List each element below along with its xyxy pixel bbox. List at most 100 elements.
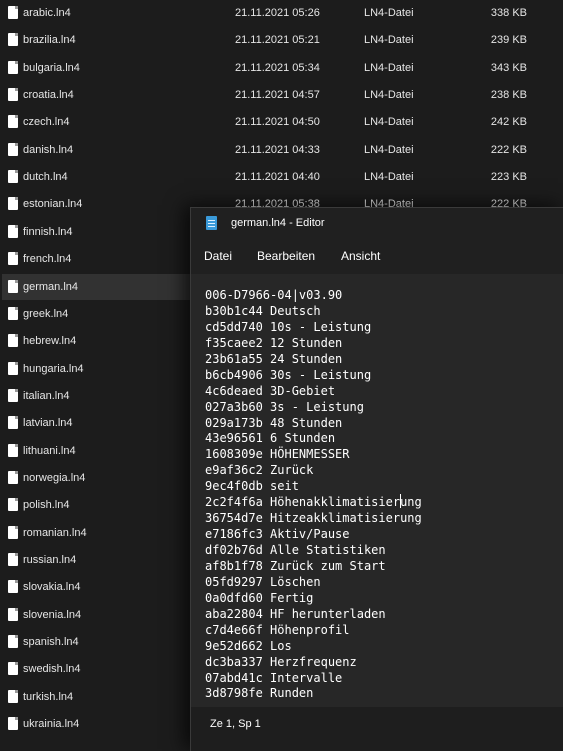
file-type: LN4-Datei xyxy=(364,61,414,74)
file-size: 242 KB xyxy=(490,116,527,129)
file-icon xyxy=(8,553,18,566)
text-line: 2c2f4f6a Höhenakklimatisierung xyxy=(205,495,422,510)
text-line: 029a173b 48 Stunden xyxy=(205,415,343,430)
status-bar: Ze 1, Sp 1 xyxy=(191,707,563,751)
file-icon xyxy=(8,252,18,266)
file-name: brazilia.ln4 xyxy=(23,34,76,47)
file-icon xyxy=(8,88,18,102)
text-line: 0a0dfd60 Fertig xyxy=(205,590,314,605)
text-caret xyxy=(400,494,401,508)
window-title: german.ln4 - Editor xyxy=(231,217,325,229)
cursor-position: Ze 1, Sp 1 xyxy=(210,718,261,730)
text-line: e9af36c2 Zurück xyxy=(205,463,314,478)
file-date: 21.11.2021 04:50 xyxy=(235,116,320,129)
file-name: italian.ln4 xyxy=(23,389,70,402)
file-icon xyxy=(8,580,18,594)
file-name: czech.ln4 xyxy=(23,116,70,129)
file-icon xyxy=(8,717,18,731)
file-icon xyxy=(8,170,18,184)
menu-bar: Datei Bearbeiten Ansicht xyxy=(191,238,563,274)
title-bar[interactable]: german.ln4 - Editor xyxy=(191,208,563,238)
file-size: 338 KB xyxy=(490,7,527,19)
text-line: 43e96561 6 Stunden xyxy=(205,431,336,446)
file-icon xyxy=(8,498,18,512)
text-line: 027a3b60 3s - Leistung xyxy=(205,399,364,414)
text-line: 006-D7966-04|v03.90 xyxy=(205,288,343,302)
text-line: 36754d7e Hitzeakklimatisierung xyxy=(205,511,422,526)
file-date: 21.11.2021 05:26 xyxy=(235,7,320,19)
file-icon xyxy=(8,443,18,457)
file-row[interactable]: arabic.ln4 21.11.2021 05:26 LN4-Datei 338 K… xyxy=(2,0,563,26)
text-line: df02b76d Alle Statistiken xyxy=(205,543,386,557)
file-name: croatia.ln4 xyxy=(23,89,74,102)
text-line: 05fd9297 Löschen xyxy=(205,574,321,589)
text-line: af8b1f78 Zurück zum Start xyxy=(205,558,386,573)
text-line: dc3ba337 Herzfrequenz xyxy=(205,654,357,669)
file-type: LN4-Datei xyxy=(364,89,414,102)
file-date: 21.11.2021 04:33 xyxy=(235,143,320,156)
file-name: hebrew.ln4 xyxy=(23,335,77,348)
file-name: french.ln4 xyxy=(23,253,72,266)
menu-ansicht[interactable]: Ansicht xyxy=(341,249,380,263)
file-type: LN4-Datei xyxy=(364,143,414,156)
file-size: 239 KB xyxy=(490,34,527,47)
file-icon xyxy=(8,60,18,74)
text-line: 23b61a55 24 Stunden xyxy=(205,351,343,366)
file-name: greek.ln4 xyxy=(23,307,69,320)
file-icon xyxy=(8,662,18,676)
file-name: russian.ln4 xyxy=(23,554,77,566)
file-name: slovakia.ln4 xyxy=(23,581,81,594)
file-row[interactable]: croatia.ln4 21.11.2021 04:57 LN4-Datei 238 … xyxy=(2,82,563,108)
file-name: arabic.ln4 xyxy=(23,7,71,19)
file-icon xyxy=(8,361,18,375)
file-icon xyxy=(8,6,18,19)
file-row[interactable]: danish.ln4 21.11.2021 04:33 LN4-Datei 222 K… xyxy=(2,137,563,163)
file-name: lithuani.ln4 xyxy=(23,444,76,457)
file-icon xyxy=(8,115,18,129)
file-name: polish.ln4 xyxy=(23,499,70,512)
file-type: LN4-Datei xyxy=(364,7,414,19)
file-icon xyxy=(8,689,18,703)
file-row[interactable]: brazilia.ln4 21.11.2021 05:21 LN4-Datei 239… xyxy=(2,27,563,53)
menu-datei[interactable]: Datei xyxy=(204,249,232,263)
file-name: dutch.ln4 xyxy=(23,171,68,184)
file-icon xyxy=(8,635,18,649)
menu-bearbeiten[interactable]: Bearbeiten xyxy=(257,249,315,263)
file-icon xyxy=(8,306,18,320)
file-name: finnish.ln4 xyxy=(23,225,73,238)
file-icon xyxy=(8,279,18,293)
file-type: LN4-Datei xyxy=(364,171,414,184)
file-icon xyxy=(8,33,18,47)
file-type: LN4-Datei xyxy=(364,34,414,47)
file-name: spanish.ln4 xyxy=(23,636,79,649)
file-name: latvian.ln4 xyxy=(23,417,73,430)
file-icon xyxy=(8,607,18,621)
notepad-icon xyxy=(206,216,217,230)
file-size: 222 KB xyxy=(490,143,527,156)
text-line: f35caee2 12 Stunden xyxy=(205,335,343,350)
file-row[interactable]: czech.ln4 21.11.2021 04:50 LN4-Datei 242 KB xyxy=(2,109,563,135)
text-line: 9ec4f0db seit xyxy=(205,479,299,494)
file-name: slovenia.ln4 xyxy=(23,608,82,621)
text-line: 9e52d662 Los xyxy=(205,638,292,653)
text-line: c7d4e66f Höhenprofil xyxy=(205,622,350,637)
file-name: norwegia.ln4 xyxy=(23,471,86,484)
file-icon xyxy=(8,525,18,539)
text-line: 3d8798fe Runden xyxy=(205,686,314,701)
text-area[interactable]: 006-D7966-04|v03.90 b30b1c44 Deutsch cd5dd… xyxy=(191,274,563,707)
file-type: LN4-Datei xyxy=(364,116,414,129)
file-row[interactable]: bulgaria.ln4 21.11.2021 05:34 LN4-Datei 343… xyxy=(2,55,563,81)
file-date: 21.11.2021 04:40 xyxy=(235,171,320,184)
file-date: 21.11.2021 05:21 xyxy=(235,34,320,47)
file-name: danish.ln4 xyxy=(23,143,74,156)
file-size: 343 KB xyxy=(490,61,527,74)
text-line: cd5dd740 10s - Leistung xyxy=(205,319,372,334)
file-name: swedish.ln4 xyxy=(23,663,81,676)
text-lines: 006-D7966-04|v03.90 b30b1c44 Deutsch cd5dd… xyxy=(205,288,422,702)
file-name: german.ln4 xyxy=(23,280,79,293)
file-row[interactable]: dutch.ln4 21.11.2021 04:40 LN4-Datei 223 KB xyxy=(2,164,563,190)
text-line: 1608309e HÖHENMESSER xyxy=(205,447,350,462)
file-size: 223 KB xyxy=(490,171,527,184)
file-name: hungaria.ln4 xyxy=(23,362,84,375)
notepad-window[interactable]: german.ln4 - Editor Datei Bearbeiten Ans… xyxy=(190,207,563,751)
